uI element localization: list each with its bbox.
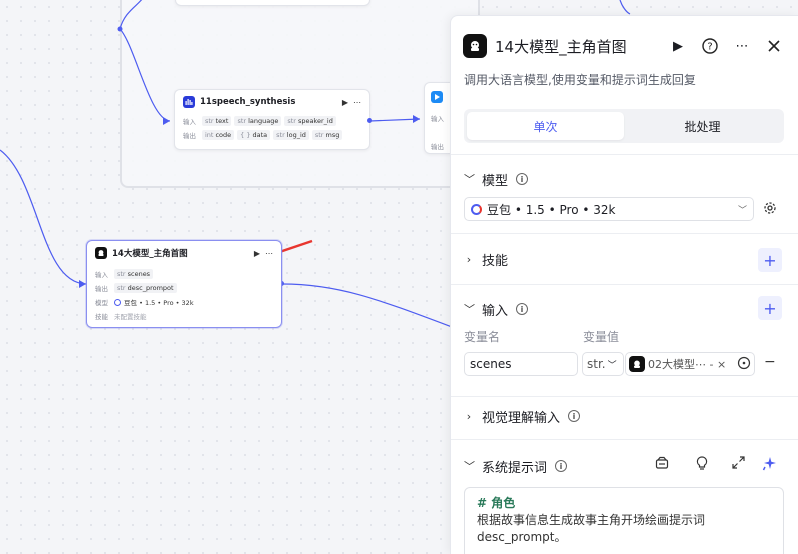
- info-icon[interactable]: i: [568, 410, 581, 422]
- run-icon[interactable]: ▶: [254, 249, 260, 258]
- system-prompt-editor[interactable]: # 角色 根据故事信息生成故事主角开场绘画提示词desc_prompt。: [464, 487, 784, 554]
- output-chip: str log_id: [273, 130, 309, 140]
- more-icon[interactable]: ⋯: [353, 98, 361, 107]
- section-label: 模型: [482, 173, 509, 189]
- var-value-reference[interactable]: 02大模型⋯ - ×: [625, 352, 755, 376]
- truncated-node-top[interactable]: [175, 0, 370, 6]
- info-icon[interactable]: i: [516, 303, 529, 315]
- tab-batch[interactable]: 批处理: [624, 112, 781, 140]
- chevron-down-icon: ﹀: [737, 205, 747, 216]
- output-label: 输出: [95, 285, 108, 293]
- target-icon[interactable]: [737, 356, 751, 373]
- col-var-value: 变量值: [583, 330, 620, 344]
- section-skills-header[interactable]: › 技能: [464, 249, 508, 269]
- chevron-down-icon: ﹀: [464, 460, 475, 473]
- input-column-headers: 变量名 变量值: [464, 328, 619, 345]
- info-icon[interactable]: i: [555, 460, 568, 472]
- skills-value: 未配置技能: [114, 313, 147, 321]
- node-speech-synthesis[interactable]: 11speech_synthesis ▶ ⋯ 输入 str text str lan…: [174, 89, 370, 150]
- input-chip: str text: [202, 116, 232, 126]
- section-label: 系统提示词: [482, 460, 548, 476]
- skills-label: 技能: [95, 313, 108, 321]
- llm-logo-icon: [629, 356, 645, 372]
- run-icon[interactable]: ▶: [666, 34, 690, 58]
- model-value: 豆包 • 1.5 • Pro • 32k: [487, 202, 616, 217]
- panel-title[interactable]: 14大模型_主角首图: [495, 36, 658, 57]
- panel-description: 调用大语言模型,使用变量和提示词生成回复: [464, 73, 696, 87]
- node-config-panel: 14大模型_主角首图 ▶ ? ⋯ 调用大语言模型,使用变量和提示词生成回复 单次…: [450, 15, 798, 554]
- more-icon[interactable]: ⋯: [730, 34, 754, 58]
- doubao-icon: [471, 203, 482, 215]
- close-icon[interactable]: [762, 34, 786, 58]
- ai-sparkle-icon[interactable]: [762, 456, 777, 475]
- svg-text:?: ?: [707, 42, 712, 53]
- chevron-down-icon: ﹀: [607, 360, 617, 371]
- prompt-heading: # 角色: [477, 496, 516, 510]
- var-name-input[interactable]: scenes: [464, 352, 578, 376]
- input-chip: str scenes: [114, 269, 154, 279]
- more-icon[interactable]: ⋯: [265, 249, 273, 258]
- chevron-right-icon: ›: [466, 409, 472, 423]
- llm-logo-icon: [463, 34, 487, 58]
- run-mode-tabs: 单次 批处理: [464, 109, 784, 143]
- model-value: 豆包 • 1.5 • Pro • 32k: [124, 299, 194, 307]
- lightbulb-icon[interactable]: [696, 456, 708, 474]
- section-system-prompt-header[interactable]: ﹀ 系统提示词 i: [464, 456, 568, 476]
- output-chip: str msg: [311, 130, 343, 140]
- help-icon[interactable]: ?: [698, 34, 722, 58]
- chevron-right-icon: ›: [466, 252, 472, 266]
- remove-input-button[interactable]: −: [764, 354, 776, 370]
- gear-icon[interactable]: [763, 201, 777, 219]
- input-label: 输入: [431, 115, 444, 123]
- chevron-down-icon: ﹀: [464, 303, 475, 316]
- chevron-down-icon: ﹀: [464, 173, 475, 186]
- output-port[interactable]: [367, 118, 372, 123]
- output-chip: { } data: [237, 130, 271, 140]
- section-input-header[interactable]: ﹀ 输入 i: [464, 299, 529, 319]
- section-vision-header[interactable]: › 视觉理解输入 i: [464, 406, 581, 426]
- info-icon[interactable]: i: [516, 173, 529, 185]
- var-type-select[interactable]: str. ﹀: [582, 352, 624, 376]
- input-label: 输入: [95, 271, 108, 279]
- node-title: 14大模型_主角首图: [112, 249, 188, 259]
- input-chip: str language: [234, 116, 282, 126]
- output-label: 输出: [431, 143, 444, 151]
- node-llm-protagonist[interactable]: 14大模型_主角首图 ▶ ⋯ 输入 str scenes 输出 str desc_p…: [86, 240, 282, 328]
- play-video-icon: [431, 91, 443, 103]
- prompt-body: 根据故事信息生成故事主角开场绘画提示词desc_prompt。: [477, 513, 706, 544]
- model-select[interactable]: 豆包 • 1.5 • Pro • 32k ﹀: [464, 197, 754, 221]
- run-icon[interactable]: ▶: [342, 98, 348, 107]
- prompt-library-icon[interactable]: [655, 456, 669, 474]
- expand-icon[interactable]: [732, 456, 745, 473]
- doubao-icon: [114, 298, 121, 306]
- col-var-name: 变量名: [464, 330, 501, 344]
- audio-bars-icon: [183, 96, 195, 108]
- model-label: 模型: [95, 299, 108, 307]
- output-chip: str desc_prompot: [114, 283, 177, 293]
- add-skill-button[interactable]: +: [758, 248, 782, 272]
- section-label: 输入: [482, 303, 509, 319]
- section-label: 技能: [482, 253, 509, 269]
- input-label: 输入: [183, 118, 196, 126]
- node-title: 11speech_synthesis: [200, 97, 296, 107]
- tab-single[interactable]: 单次: [467, 112, 624, 140]
- output-label: 输出: [183, 132, 196, 140]
- output-chip: int code: [202, 130, 235, 140]
- input-chip: str speaker_id: [284, 116, 336, 126]
- add-input-button[interactable]: +: [758, 296, 782, 320]
- llm-logo-icon: [95, 247, 107, 259]
- section-model-header[interactable]: ﹀ 模型 i: [464, 169, 529, 189]
- section-label: 视觉理解输入: [482, 410, 561, 426]
